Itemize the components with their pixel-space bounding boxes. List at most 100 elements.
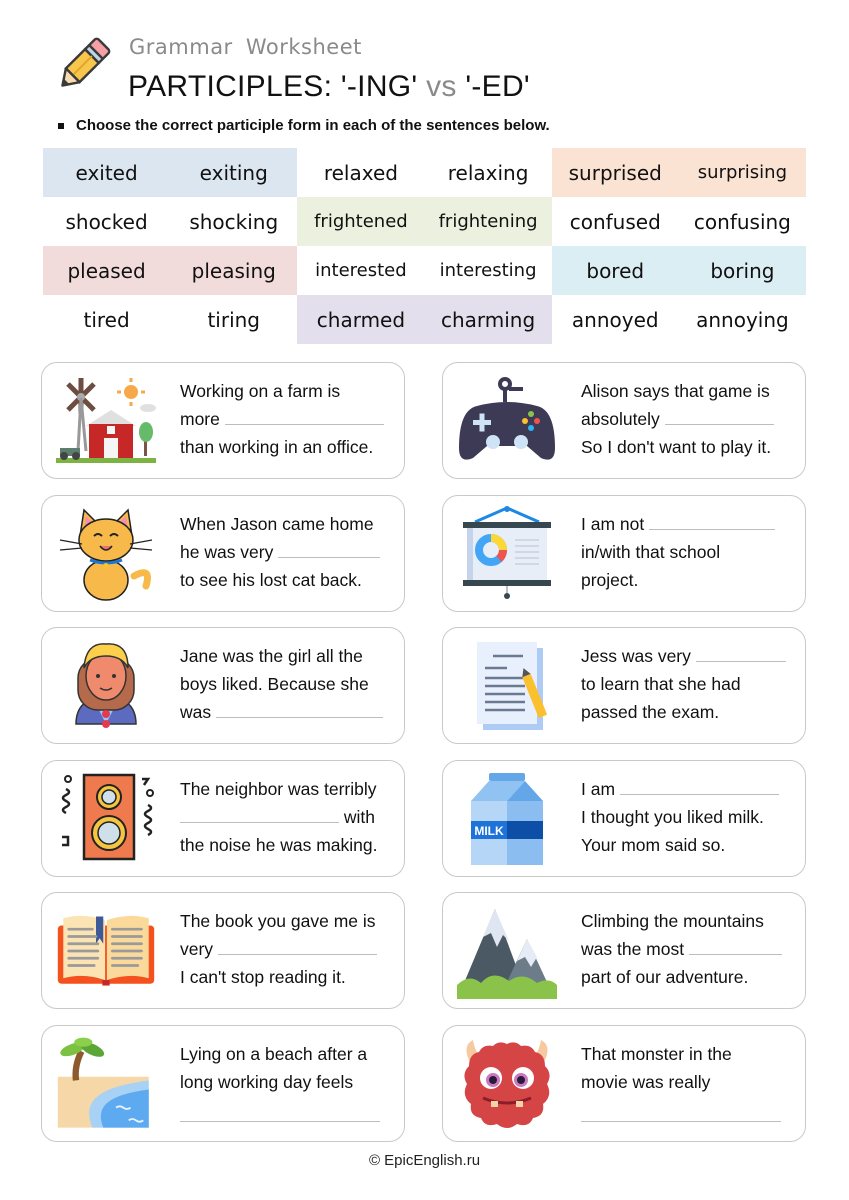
sentence-text: The book you gave me is xyxy=(180,911,376,931)
answer-blank[interactable] xyxy=(581,1104,781,1122)
sentence-line: project. xyxy=(581,566,796,594)
sentence-line xyxy=(581,1096,796,1130)
answer-blank[interactable] xyxy=(619,777,779,795)
answer-blank[interactable] xyxy=(664,407,775,425)
exercise-card: That monster in the movie was really xyxy=(442,1024,806,1142)
instruction-text: Choose the correct participle form in ea… xyxy=(76,117,550,134)
sentence-line: to see his lost cat back. xyxy=(180,566,395,594)
sentence-text: Your mom said so. xyxy=(581,834,726,855)
sentence-line: movie was really xyxy=(581,1068,796,1096)
word-bank-cell: interesting xyxy=(424,246,552,295)
word-bank-cell: pleasing xyxy=(170,246,298,295)
sentence-line: was the most xyxy=(581,935,796,963)
sentence-line: passed the exam. xyxy=(581,698,796,726)
answer-blank[interactable] xyxy=(217,937,377,955)
worksheet-header: Grammar Worksheet PARTICIPLES: '-ING' vs… xyxy=(52,30,752,110)
word-bank-cell: shocking xyxy=(170,197,298,246)
sentence-line: Jane was the girl all the xyxy=(180,642,395,670)
sentence-line: was xyxy=(180,698,395,726)
document-pencil-icon xyxy=(457,638,557,734)
sentence-text: project. xyxy=(581,569,639,590)
sentence-line: boys liked. Because she xyxy=(180,670,395,698)
sentence-text: with xyxy=(339,806,375,827)
milk-label: MILK xyxy=(474,824,504,838)
exercise-sentence: Working on a farm is more than working in… xyxy=(180,377,395,461)
sentence-line: more xyxy=(180,405,395,433)
answer-blank[interactable] xyxy=(215,700,384,718)
worksheet-title: PARTICIPLES: '-ING' vs '-ED' xyxy=(128,70,530,104)
answer-blank[interactable] xyxy=(278,540,380,558)
exercise-sentence: When Jason came home he was very to see h… xyxy=(180,510,395,594)
sentence-line: part of our adventure. xyxy=(581,963,796,991)
sentence-text: he was very xyxy=(180,541,279,562)
pencil-icon xyxy=(61,37,111,87)
sentence-line: That monster in the xyxy=(581,1040,796,1068)
exercise-sentence: I am I thought you liked milk. Your mom s… xyxy=(581,775,796,859)
sentence-line: Your mom said so. xyxy=(581,831,796,859)
exercise-card: Working on a farm is more than working in… xyxy=(41,362,405,479)
copyright-footer: © EpicEnglish.ru xyxy=(368,1152,481,1169)
answer-blank[interactable] xyxy=(649,512,776,530)
exercise-sentence: The neighbor was terribly with the noise … xyxy=(180,775,395,859)
sentence-text: to learn that she had xyxy=(581,674,741,694)
answer-blank[interactable] xyxy=(180,805,339,823)
sentence-text: passed the exam. xyxy=(581,702,720,722)
sentence-line: with xyxy=(180,803,395,831)
word-bank-cell: tiring xyxy=(170,295,298,344)
sentence-text: So I don't want to play it. xyxy=(581,437,772,457)
word-bank-cell: surprising xyxy=(678,148,806,197)
sentence-text: was the most xyxy=(581,939,689,959)
word-bank-cell: confused xyxy=(551,197,679,246)
exercise-card: When Jason came home he was very to see h… xyxy=(41,494,405,612)
farm-icon xyxy=(56,373,156,469)
sentence-line: he was very xyxy=(180,538,395,566)
answer-blank[interactable] xyxy=(180,1104,380,1122)
answer-blank[interactable] xyxy=(695,644,786,662)
sentence-line: I can't stop reading it. xyxy=(180,963,395,991)
exercise-card: I am not in/with that school project. xyxy=(442,494,806,612)
word-bank-cell: relaxed xyxy=(297,148,425,197)
sentence-line: the noise he was making. xyxy=(180,831,395,859)
answer-blank[interactable] xyxy=(224,407,384,425)
instruction: Choose the correct participle form in ea… xyxy=(58,117,550,134)
word-bank-cell: frightened xyxy=(297,197,425,246)
title-ing: PARTICIPLES: '-ING' xyxy=(128,70,418,103)
word-bank-cell: pleased xyxy=(43,246,171,295)
sentence-text: than working in an office. xyxy=(180,437,374,457)
sentence-text: movie was really xyxy=(581,1071,711,1092)
sentence-text: I am not xyxy=(581,513,650,534)
exercise-sentence: I am not in/with that school project. xyxy=(581,510,796,594)
sentence-line: I am xyxy=(581,775,796,803)
sentence-text: very xyxy=(180,939,218,959)
sentence-text: I thought you liked milk. xyxy=(581,806,764,827)
word-bank-cell: annoyed xyxy=(551,295,679,344)
sentence-text: more xyxy=(180,409,225,429)
bullet-icon xyxy=(58,122,64,129)
worksheet-subtitle: Grammar Worksheet xyxy=(129,35,362,59)
beach-icon xyxy=(56,1036,156,1132)
sentence-text: Alison says that game is xyxy=(581,381,770,401)
sentence-text: Climbing the mountains xyxy=(581,911,764,931)
answer-blank[interactable] xyxy=(688,937,783,955)
sentence-line: to learn that she had xyxy=(581,670,796,698)
sentence-line: The book you gave me is xyxy=(180,907,395,935)
girl-icon xyxy=(56,638,156,734)
cat-icon xyxy=(56,506,156,602)
sentence-line: The neighbor was terribly xyxy=(180,775,395,803)
sentence-line: Climbing the mountains xyxy=(581,907,796,935)
sentence-text: in/with that school xyxy=(581,541,721,562)
word-bank-cell: interested xyxy=(297,246,425,295)
monster-icon xyxy=(457,1036,557,1132)
sentence-line: very xyxy=(180,935,395,963)
exercise-sentence: Jane was the girl all the boys liked. Bec… xyxy=(180,642,395,726)
exercise-card: Jane was the girl all the boys liked. Bec… xyxy=(41,627,405,744)
sentence-text: Jane was the girl all the xyxy=(180,646,363,666)
word-bank-cell: frightening xyxy=(424,197,552,246)
word-bank-cell: bored xyxy=(551,246,679,295)
title-vs: vs xyxy=(426,70,457,103)
word-bank-cell: confusing xyxy=(678,197,806,246)
word-bank: exited exiting relaxed relaxing surprised sur… xyxy=(43,148,806,344)
word-bank-cell: surprised xyxy=(551,148,679,197)
sentence-line: So I don't want to play it. xyxy=(581,433,796,461)
sentence-line xyxy=(180,1096,395,1130)
